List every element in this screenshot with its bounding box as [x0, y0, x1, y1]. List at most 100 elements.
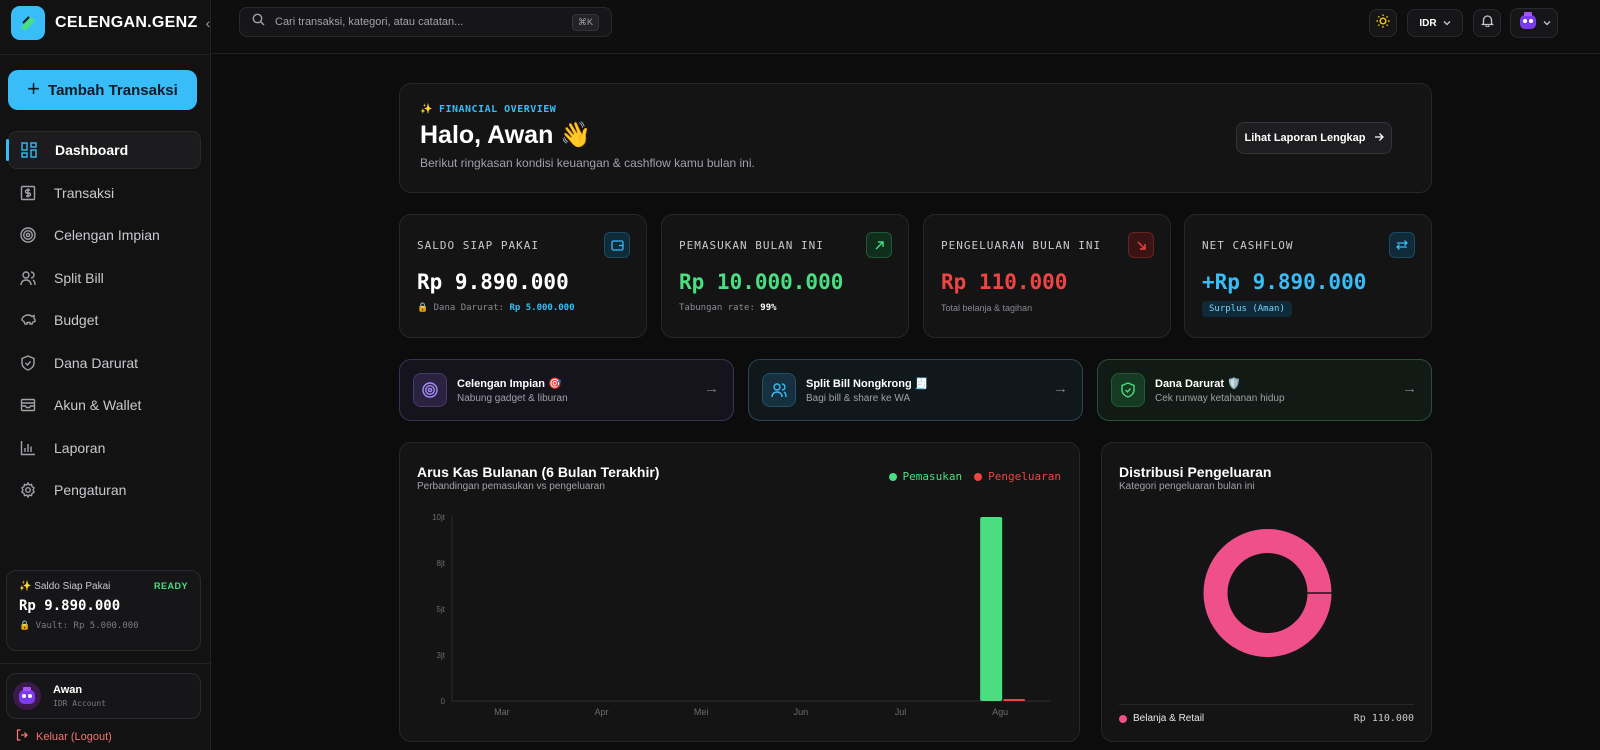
quick-action-dana-darurat[interactable]: Dana Darurat 🛡️ Cek runway ketahanan hidu… — [1097, 359, 1432, 421]
distribution-item: Belanja & Retail — [1119, 713, 1204, 724]
sidebar-item-dashboard[interactable]: Dashboard — [6, 131, 201, 169]
sidebar-item-label: Laporan — [54, 439, 106, 456]
stat-label: SALDO SIAP PAKAI — [417, 239, 539, 252]
category-label: Belanja & Retail — [1133, 713, 1205, 724]
quick-action-subtitle: Cek runway ketahanan hidup — [1155, 392, 1285, 404]
quick-action-title: Split Bill Nongkrong 🧾 — [806, 377, 929, 390]
dollar-icon — [18, 183, 38, 203]
profile-menu-button[interactable] — [1510, 8, 1558, 38]
arrow-right-icon — [1374, 132, 1384, 145]
vault-amount: 🔒 Vault: Rp 5.000.000 — [19, 621, 139, 631]
sidebar-item-budget[interactable]: Budget — [8, 301, 201, 339]
avatar — [1517, 10, 1539, 37]
stat-card-pemasukan: PEMASUKAN BULAN INI Rp 10.000.000 Tabung… — [661, 214, 909, 338]
currency-select[interactable]: IDR — [1407, 9, 1463, 37]
view-report-button[interactable]: Lihat Laporan Lengkap — [1236, 122, 1392, 154]
avatar — [13, 682, 41, 710]
target-icon — [413, 373, 447, 407]
divider — [0, 54, 211, 55]
sidebar-item-label: Transaksi — [54, 184, 115, 201]
sidebar: CELENGAN.GENZ ‹ + Tambah Transaksi Dashb… — [0, 0, 211, 750]
divider — [1119, 704, 1414, 705]
overview-tag: ✨ FINANCIAL OVERVIEW — [420, 104, 557, 115]
bar-expense — [1003, 698, 1026, 701]
quick-action-celengan[interactable]: Celengan Impian 🎯 Nabung gadget & liburan… — [399, 359, 734, 421]
x-tick-label: Apr — [594, 707, 608, 717]
users-icon — [762, 373, 796, 407]
sidebar-item-celengan[interactable]: Celengan Impian — [8, 216, 201, 254]
theme-toggle-button[interactable] — [1369, 9, 1397, 37]
chevron-down-icon — [1443, 14, 1451, 32]
user-card[interactable]: Awan IDR Account — [6, 673, 201, 719]
brand-name: CELENGAN.GENZ — [55, 14, 198, 31]
y-tick-label: 8jt — [437, 559, 446, 568]
arrow-up-right-icon — [866, 232, 892, 258]
collapse-sidebar-icon[interactable]: ‹ — [206, 15, 211, 31]
status-badge: Surplus (Aman) — [1202, 301, 1292, 317]
stat-value: Rp 10.000.000 — [679, 270, 844, 294]
y-tick-label: 3jt — [437, 651, 446, 660]
arrow-right-icon: → — [1053, 380, 1068, 397]
bar-income — [980, 517, 1003, 701]
quick-action-title: Celengan Impian 🎯 — [457, 377, 562, 390]
quick-action-subtitle: Nabung gadget & liburan — [457, 392, 568, 404]
sun-icon — [1376, 14, 1390, 33]
y-tick-label: 5jt — [437, 605, 446, 614]
logout-button[interactable]: Keluar (Logout) — [16, 729, 112, 744]
x-tick-label: Mar — [494, 707, 510, 717]
status-badge: READY — [153, 581, 188, 591]
x-tick-label: Jun — [794, 707, 809, 717]
dashboard-icon — [19, 140, 39, 160]
stat-foot: Tabungan rate: 99% — [679, 303, 777, 313]
hero-panel: ✨ FINANCIAL OVERVIEW Halo, Awan 👋 Berikut… — [399, 83, 1432, 193]
expense-distribution-panel: Distribusi Pengeluaran Kategori pengelua… — [1101, 442, 1432, 742]
sidebar-item-label: Dashboard — [55, 142, 129, 158]
y-tick-label: 0 — [441, 697, 446, 706]
x-tick-label: Jul — [895, 707, 907, 717]
quick-action-subtitle: Bagi bill & share ke WA — [806, 392, 911, 404]
sparkle-icon: ✨ — [420, 104, 433, 115]
logo-icon — [11, 6, 45, 40]
shortcut-badge: ⌘K — [571, 13, 599, 31]
user-account: IDR Account — [53, 699, 106, 708]
donut-slice[interactable] — [1203, 529, 1332, 657]
x-tick-label: Agu — [992, 707, 1008, 717]
page-subtitle: Berikut ringkasan kondisi keuangan & cas… — [420, 156, 755, 170]
target-icon — [18, 225, 38, 245]
stat-value: +Rp 9.890.000 — [1202, 270, 1367, 294]
stat-card-saldo: SALDO SIAP PAKAI Rp 9.890.000 🔒 Dana Dar… — [399, 214, 647, 338]
arrow-right-icon: → — [704, 380, 719, 397]
arrow-right-icon: → — [1402, 380, 1417, 397]
sidebar-item-laporan[interactable]: Laporan — [8, 429, 201, 467]
page-title: Halo, Awan 👋 — [420, 121, 592, 149]
sidebar-item-transaksi[interactable]: Transaksi — [8, 174, 201, 212]
cashflow-chart-panel: Arus Kas Bulanan (6 Bulan Terakhir) Perb… — [399, 442, 1080, 742]
quick-action-split-bill[interactable]: Split Bill Nongkrong 🧾 Bagi bill & share … — [748, 359, 1083, 421]
search-input[interactable]: Cari transaksi, kategori, atau catatan..… — [239, 7, 612, 37]
stat-foot: 🔒 Dana Darurat: Rp 5.000.000 — [417, 303, 575, 313]
sidebar-item-pengaturan[interactable]: Pengaturan — [8, 471, 201, 509]
topbar: Cari transaksi, kategori, atau catatan..… — [212, 0, 1600, 54]
sidebar-item-label: Pengaturan — [54, 482, 127, 498]
arrow-down-right-icon — [1128, 232, 1154, 258]
balance-amount: Rp 9.890.000 — [19, 598, 121, 614]
sidebar-item-split-bill[interactable]: Split Bill — [8, 259, 201, 297]
sidebar-item-dana-darurat[interactable]: Dana Darurat — [8, 344, 201, 382]
add-transaction-button[interactable]: + Tambah Transaksi — [8, 70, 197, 110]
view-report-label: Lihat Laporan Lengkap — [1244, 132, 1366, 144]
shield-icon — [1111, 373, 1145, 407]
sidebar-item-akun-wallet[interactable]: Akun & Wallet — [8, 386, 201, 424]
divider — [0, 663, 211, 664]
wallet-icon — [18, 395, 38, 415]
logout-label: Keluar (Logout) — [36, 730, 112, 743]
brand: CELENGAN.GENZ ‹ — [11, 6, 210, 40]
search-placeholder: Cari transaksi, kategori, atau catatan..… — [275, 16, 464, 28]
user-name: Awan — [53, 684, 83, 696]
balance-card-title: ✨ Saldo Siap Pakai — [19, 581, 111, 592]
add-transaction-label: Tambah Transaksi — [48, 81, 178, 99]
notification-button[interactable] — [1473, 9, 1501, 37]
chevron-down-icon — [1543, 14, 1551, 32]
quick-action-title: Dana Darurat 🛡️ — [1155, 377, 1241, 390]
wallet-icon — [604, 232, 630, 258]
stat-card-net-cashflow: NET CASHFLOW +Rp 9.890.000 Surplus (Aman… — [1184, 214, 1432, 338]
